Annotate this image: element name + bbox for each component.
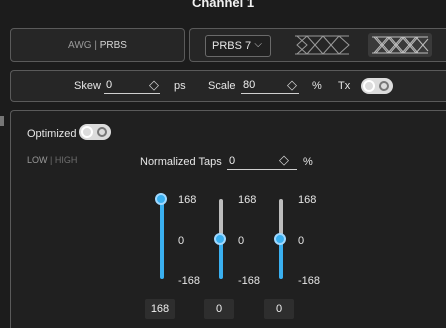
tap2-mid-label: 0 xyxy=(238,235,245,247)
tap1-value-input[interactable]: 168 xyxy=(145,299,175,319)
eye-diagram-filled-button[interactable] xyxy=(368,33,432,57)
normalized-taps-unit: % xyxy=(303,156,313,168)
tap3-mid-label: 0 xyxy=(298,235,305,247)
tap1-mid-label: 0 xyxy=(178,235,185,247)
tap2-min-label: -168 xyxy=(238,275,261,287)
chevron-down-icon: ⌵ xyxy=(254,39,262,50)
tx-toggle[interactable] xyxy=(361,78,393,94)
scale-label: Scale xyxy=(208,80,236,92)
high-label[interactable]: HIGH xyxy=(55,155,78,165)
normalized-taps-stepper-icon[interactable]: ◇ xyxy=(279,152,289,168)
tap2-slider-track-lower[interactable] xyxy=(219,239,223,279)
panel-edge-marker xyxy=(0,116,4,126)
optimized-toggle-indicator xyxy=(97,127,107,137)
skew-unit: ps xyxy=(174,80,186,92)
skew-label: Skew xyxy=(74,80,101,92)
optimized-toggle-knob xyxy=(81,126,93,138)
tap3-min-label: -168 xyxy=(298,275,321,287)
low-high-separator: | xyxy=(47,155,55,165)
awg-mode-label[interactable]: AWG xyxy=(68,40,92,51)
scale-stepper-icon[interactable]: ◇ xyxy=(287,77,297,93)
optimized-toggle[interactable] xyxy=(79,124,111,140)
mode-toggle[interactable]: AWG | PRBS xyxy=(10,28,185,62)
tap2-max-label: 168 xyxy=(238,194,257,206)
low-high-selector[interactable]: LOW | HIGH xyxy=(27,155,77,165)
pattern-select[interactable]: PRBS 7 ⌵ xyxy=(205,35,271,57)
tx-label: Tx xyxy=(338,80,351,92)
scale-unit: % xyxy=(312,80,322,92)
optimized-label: Optimized xyxy=(27,128,77,140)
eye-diagram-filled-icon xyxy=(372,36,429,54)
tap3-max-label: 168 xyxy=(298,194,317,206)
tx-toggle-knob xyxy=(363,80,375,92)
tap2-value-input[interactable]: 0 xyxy=(204,299,234,319)
skew-stepper-icon[interactable]: ◇ xyxy=(149,77,159,93)
tap2-slider-thumb[interactable] xyxy=(214,233,226,245)
pattern-select-value: PRBS 7 xyxy=(212,40,252,52)
tap3-slider-thumb[interactable] xyxy=(274,233,286,245)
low-label[interactable]: LOW xyxy=(27,155,48,165)
channel-title: Channel 1 xyxy=(191,0,255,10)
normalized-taps-label: Normalized Taps xyxy=(140,156,222,168)
tap3-slider-track-lower[interactable] xyxy=(279,239,283,279)
taps-panel xyxy=(10,110,446,328)
tx-toggle-indicator xyxy=(379,81,389,91)
eye-diagram-icon[interactable] xyxy=(293,33,351,57)
pattern-panel: PRBS 7 ⌵ xyxy=(189,28,446,62)
tap3-value-input[interactable]: 0 xyxy=(264,299,294,319)
tap1-slider-thumb[interactable] xyxy=(155,193,167,205)
tap1-max-label: 168 xyxy=(178,194,197,206)
tap1-slider-track[interactable] xyxy=(160,199,164,279)
prbs-mode-label[interactable]: PRBS xyxy=(100,40,127,51)
tap1-min-label: -168 xyxy=(178,275,201,287)
mode-separator: | xyxy=(91,39,100,51)
skew-scale-panel: Skew 0 ◇ ps Scale 80 ◇ % Tx xyxy=(10,70,446,102)
